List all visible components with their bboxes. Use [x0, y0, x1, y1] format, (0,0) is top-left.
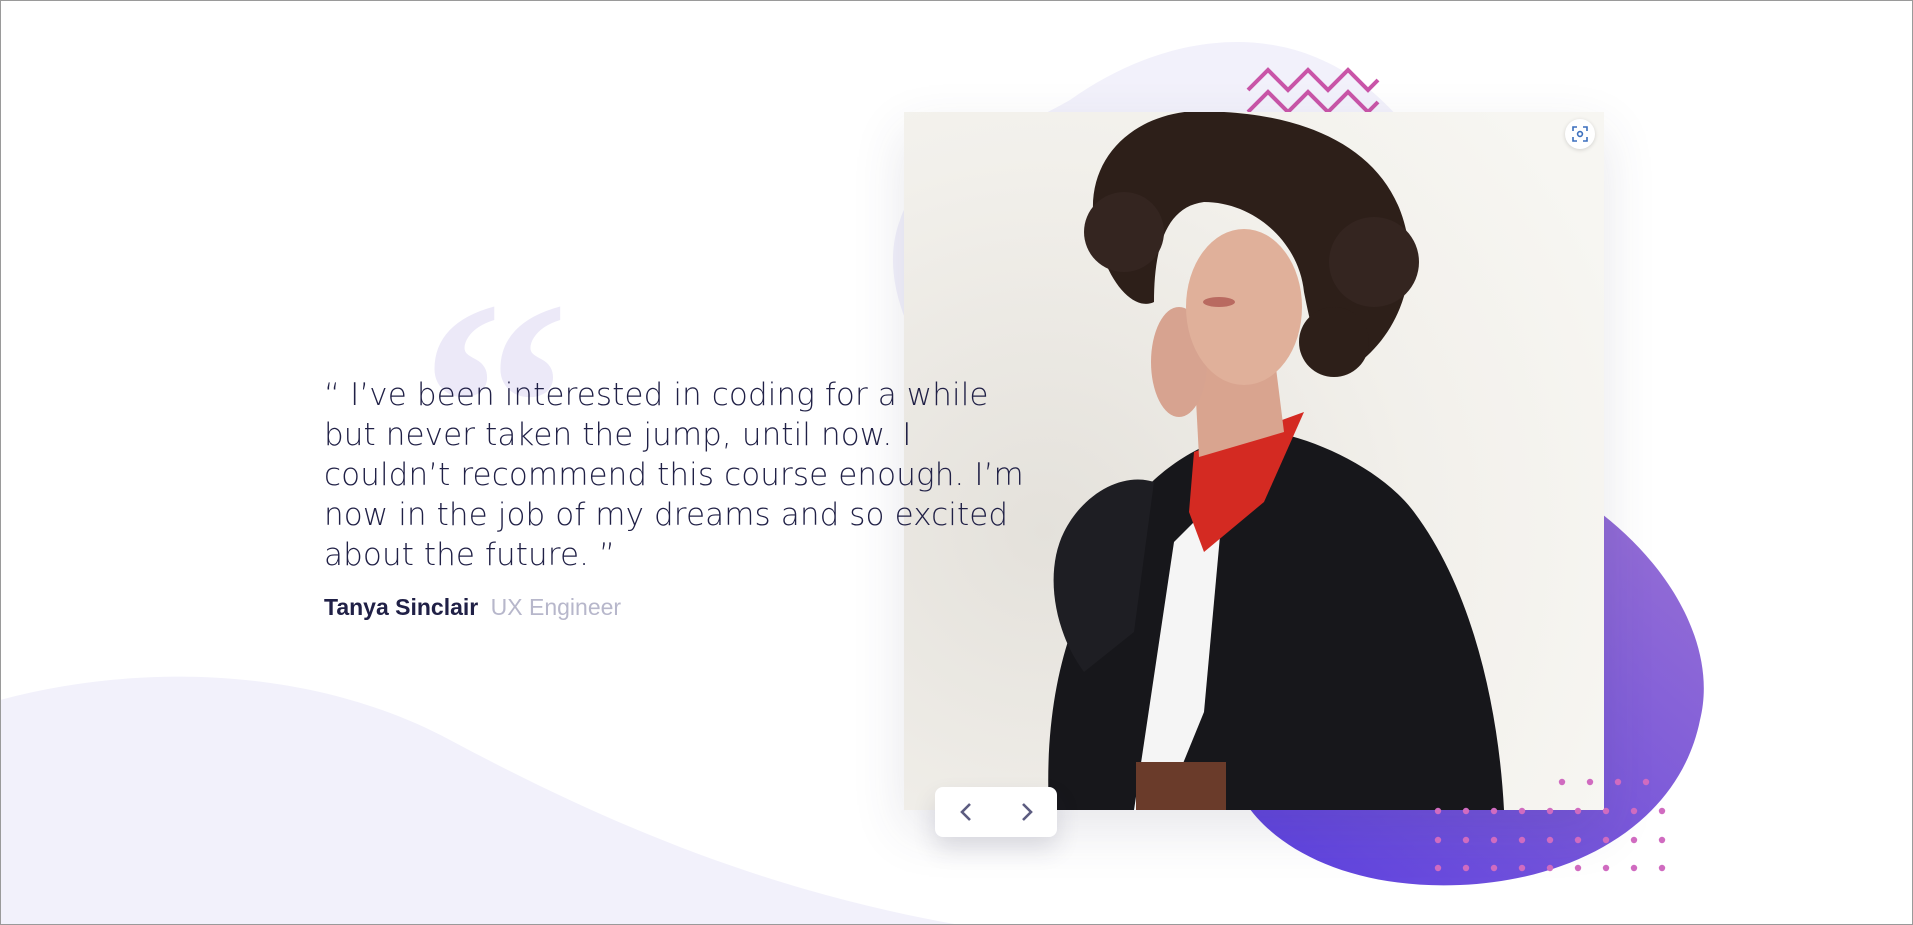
- chevron-left-icon: [959, 803, 971, 821]
- author-name: Tanya Sinclair: [324, 594, 479, 620]
- dot-grid-decoration: [1434, 778, 1666, 872]
- testimonial-author: Tanya Sinclair UX Engineer: [324, 594, 621, 621]
- testimonial-quote: “ I’ve been interested in coding for a w…: [324, 377, 1024, 573]
- author-role: UX Engineer: [490, 594, 622, 620]
- chevron-right-icon: [1021, 803, 1033, 821]
- slider-navigation: [935, 787, 1057, 837]
- focus-frame-icon: [1572, 126, 1588, 142]
- focus-button[interactable]: [1565, 119, 1595, 149]
- zigzag-decoration: [1246, 67, 1380, 114]
- next-button[interactable]: [1007, 792, 1047, 832]
- previous-button[interactable]: [946, 792, 986, 832]
